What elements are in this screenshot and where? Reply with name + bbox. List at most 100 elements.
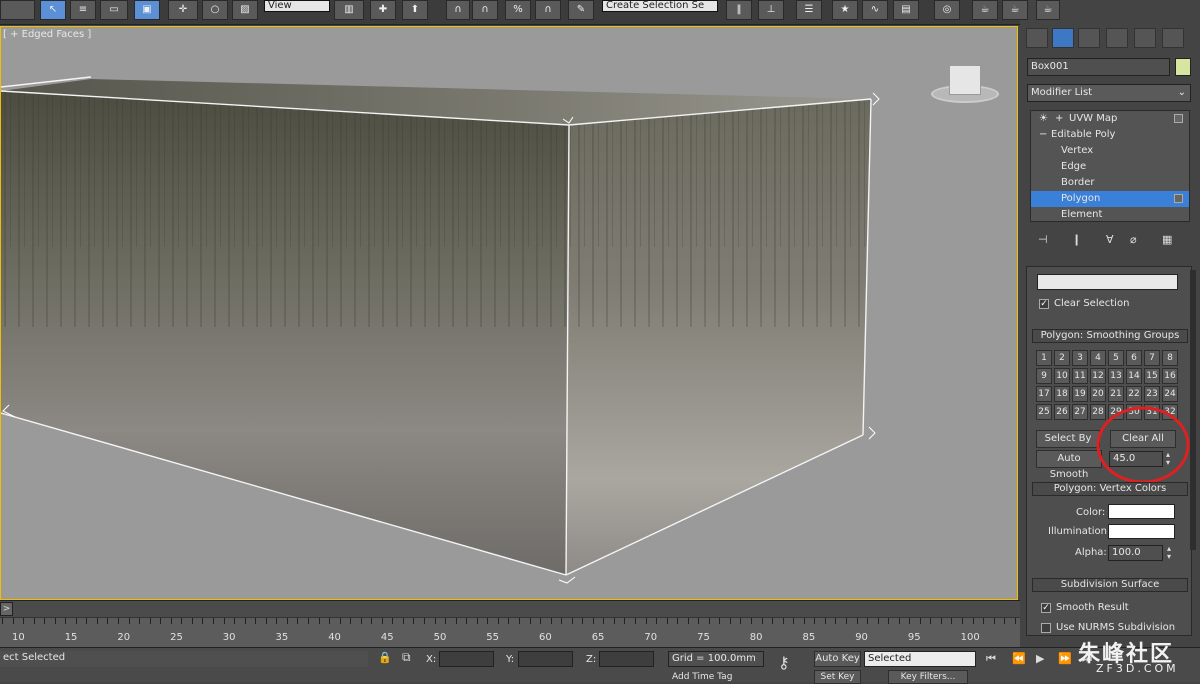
layer-manager-icon[interactable]: ☰ — [796, 0, 822, 20]
smoothing-group-button[interactable]: 21 — [1108, 386, 1124, 402]
perspective-viewport[interactable]: [ + Edged Faces ] — [0, 26, 1018, 600]
create-tab-icon[interactable] — [1026, 28, 1048, 48]
z-coordinate-field[interactable] — [599, 651, 654, 667]
smoothing-group-button[interactable]: 23 — [1144, 386, 1160, 402]
smoothing-group-button[interactable]: 15 — [1144, 368, 1160, 384]
smoothing-group-button[interactable]: 19 — [1072, 386, 1088, 402]
window-crossing-icon[interactable]: ▣ — [134, 0, 160, 20]
smoothing-group-button[interactable]: 8 — [1162, 350, 1178, 366]
spinner-snap-icon[interactable]: ∩ — [535, 0, 561, 20]
lock-icon[interactable]: 🔒 — [378, 651, 392, 664]
time-slider-next-button[interactable]: > — [0, 602, 13, 616]
next-frame-icon[interactable]: ⏩ — [1058, 652, 1072, 665]
lightbulb-icon[interactable]: ☀ — [1039, 111, 1048, 127]
render-frame-icon[interactable]: ☕ — [1002, 0, 1028, 20]
illumination-swatch[interactable] — [1108, 524, 1175, 539]
stack-toggle-icon[interactable] — [1174, 194, 1183, 203]
smoothing-group-button[interactable]: 12 — [1090, 368, 1106, 384]
stack-item-vertex[interactable]: Vertex — [1031, 143, 1189, 159]
selection-dropdown[interactable] — [1037, 274, 1178, 290]
vertex-colors-rollout-header[interactable]: Polygon: Vertex Colors — [1032, 482, 1188, 496]
display-tab-icon[interactable] — [1134, 28, 1156, 48]
render-setup-icon[interactable]: ☕ — [972, 0, 998, 20]
stack-item-border[interactable]: Border — [1031, 175, 1189, 191]
smoothing-group-button[interactable]: 4 — [1090, 350, 1106, 366]
edit-named-selection-icon[interactable]: ✎ — [568, 0, 594, 20]
smoothing-group-button[interactable]: 2 — [1054, 350, 1070, 366]
key-icon[interactable]: ⚷ — [778, 653, 790, 672]
modifier-list-dropdown[interactable]: Modifier List ⌄ — [1027, 84, 1191, 102]
reference-coordinate-dropdown[interactable]: View — [264, 0, 330, 12]
show-end-result-icon[interactable]: ❙ — [1072, 233, 1081, 246]
utilities-tab-icon[interactable] — [1162, 28, 1184, 48]
smoothing-group-button[interactable]: 13 — [1108, 368, 1124, 384]
align-icon[interactable]: ⊥ — [758, 0, 784, 20]
keyboard-shortcut-icon[interactable]: ⬆ — [402, 0, 428, 20]
select-by-name-icon[interactable]: ≡ — [70, 0, 96, 20]
select-manipulate-icon[interactable]: ✚ — [370, 0, 396, 20]
smoothing-group-button[interactable]: 25 — [1036, 404, 1052, 420]
x-coordinate-field[interactable] — [439, 651, 494, 667]
toolbar-dropdown-left[interactable] — [0, 0, 35, 20]
motion-tab-icon[interactable] — [1106, 28, 1128, 48]
angle-snap-icon[interactable]: ∩ — [472, 0, 498, 20]
remove-modifier-icon[interactable]: ⌀ — [1130, 233, 1137, 246]
object-color-swatch[interactable] — [1175, 58, 1191, 76]
stack-item-edge[interactable]: Edge — [1031, 159, 1189, 175]
key-filters-button[interactable]: Key Filters... — [888, 670, 968, 684]
subdivision-rollout-header[interactable]: Subdivision Surface — [1032, 578, 1188, 592]
collapse-icon[interactable]: − — [1039, 127, 1047, 143]
color-swatch[interactable] — [1108, 504, 1175, 519]
auto-key-button[interactable]: Auto Key — [814, 651, 861, 667]
material-editor-icon[interactable]: ◎ — [934, 0, 960, 20]
smoothing-group-button[interactable]: 3 — [1072, 350, 1088, 366]
smoothing-group-button[interactable]: 20 — [1090, 386, 1106, 402]
absolute-mode-icon[interactable]: ⧉ — [402, 650, 411, 665]
rectangle-selection-icon[interactable]: ▭ — [100, 0, 128, 20]
modify-tab-icon[interactable] — [1052, 28, 1074, 48]
timeline-ruler[interactable]: 10 15 20 25 30 35 40 45 50 55 60 65 70 75 80 85 90 95 100 — [0, 617, 1020, 647]
select-scale-icon[interactable]: ▨ — [232, 0, 258, 20]
set-key-button[interactable]: Set Key — [814, 670, 861, 684]
hierarchy-tab-icon[interactable] — [1078, 28, 1100, 48]
snap-toggle-icon[interactable]: ∩ — [446, 0, 470, 20]
alpha-spinner[interactable]: ▴ ▾ — [1164, 545, 1174, 561]
stack-toggle-icon[interactable] — [1174, 114, 1183, 123]
smoothing-group-button[interactable]: 27 — [1072, 404, 1088, 420]
use-nurms-checkbox[interactable] — [1041, 623, 1051, 633]
graphite-tools-icon[interactable]: ★ — [832, 0, 858, 20]
y-coordinate-field[interactable] — [518, 651, 573, 667]
named-selection-set-dropdown[interactable]: Create Selection Se — [602, 0, 718, 12]
select-move-icon[interactable]: ✛ — [168, 0, 198, 20]
smoothing-group-button[interactable]: 22 — [1126, 386, 1142, 402]
smoothing-group-button[interactable]: 7 — [1144, 350, 1160, 366]
smoothing-group-button[interactable]: 14 — [1126, 368, 1142, 384]
clear-selection-checkbox[interactable]: ✓ — [1039, 299, 1049, 309]
smoothing-group-button[interactable]: 18 — [1054, 386, 1070, 402]
smooth-result-checkbox[interactable]: ✓ — [1041, 603, 1051, 613]
object-name-field[interactable]: Box001 — [1027, 58, 1170, 76]
stack-item-polygon[interactable]: Polygon — [1031, 191, 1189, 207]
mirror-icon[interactable]: ‖ — [726, 0, 752, 20]
select-by-sg-button[interactable]: Select By SG — [1036, 430, 1100, 460]
smoothing-group-button[interactable]: 11 — [1072, 368, 1088, 384]
time-slider-track[interactable]: > — [0, 600, 1020, 618]
select-object-icon[interactable]: ↖ — [40, 0, 66, 20]
smoothing-groups-rollout-header[interactable]: Polygon: Smoothing Groups — [1032, 329, 1188, 343]
percent-snap-icon[interactable]: % — [505, 0, 531, 20]
stack-item-uvw-map[interactable]: ☀ + UVW Map — [1031, 111, 1189, 127]
smoothing-group-button[interactable]: 9 — [1036, 368, 1052, 384]
configure-sets-icon[interactable]: ▦ — [1162, 233, 1172, 246]
viewport-label[interactable]: [ + Edged Faces ] — [3, 29, 91, 40]
smoothing-group-button[interactable]: 1 — [1036, 350, 1052, 366]
stack-item-element[interactable]: Element — [1031, 207, 1189, 223]
go-to-start-icon[interactable]: ⏮ — [986, 652, 996, 666]
play-icon[interactable]: ▶ — [1036, 652, 1044, 665]
pivot-center-icon[interactable]: ▥ — [334, 0, 364, 20]
key-mode-dropdown[interactable]: Selected — [864, 651, 976, 667]
smoothing-group-button[interactable]: 17 — [1036, 386, 1052, 402]
stack-item-editable-poly[interactable]: − Editable Poly — [1031, 127, 1189, 143]
quick-render-icon[interactable]: ☕ — [1036, 0, 1060, 20]
smoothing-group-button[interactable]: 10 — [1054, 368, 1070, 384]
smoothing-group-button[interactable]: 6 — [1126, 350, 1142, 366]
